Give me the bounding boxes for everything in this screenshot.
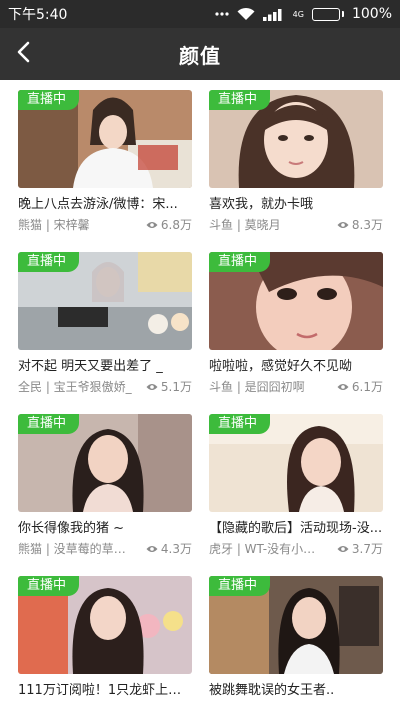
stream-card[interactable]: 直播中 喜欢我，就办卡哦 斗鱼 | 莫晓月 8.3万 <box>209 80 383 232</box>
stream-title: 111万订阅啦！1只龙虾上房... <box>18 683 192 698</box>
stream-card[interactable]: 直播中 啦啦啦，感觉好久不见呦 斗鱼 | 是囧囧初啊 6.1万 <box>209 242 383 394</box>
view-count: 8.3万 <box>337 216 383 233</box>
stream-meta: 全民 | 宝王爷狠傲娇_ 5.1万 <box>18 378 192 395</box>
status-icons: 4G 100% <box>215 6 392 22</box>
view-count: 6.8万 <box>146 216 192 233</box>
stream-title: 你长得像我的猪 ~ <box>18 521 125 536</box>
live-badge: 直播中 <box>209 90 271 110</box>
stream-meta: 斗鱼 | 莫晓月 8.3万 <box>209 216 383 233</box>
stream-title: 晚上八点去游泳/微博：宋... <box>18 197 178 212</box>
eye-icon <box>146 545 158 553</box>
stream-title: 啦啦啦，感觉好久不见呦 <box>209 359 353 374</box>
stream-card[interactable]: 直播中 被跳舞耽误的女王者.. <box>209 566 383 711</box>
page-title: 颜值 <box>179 43 221 68</box>
stream-title: 喜欢我，就办卡哦 <box>209 197 314 212</box>
status-time: 下午5:40 <box>8 7 68 23</box>
stream-card[interactable]: 直播中 对不起 明天又要出差了 _ 全民 | 宝王爷狠傲娇_ 5.1万 <box>18 242 192 394</box>
stream-source: 全民 | 宝王爷狠傲娇_ <box>18 380 132 394</box>
eye-icon <box>337 221 349 229</box>
stream-meta: 斗鱼 | 是囧囧初啊 6.1万 <box>209 378 383 395</box>
stream-grid[interactable]: 直播中 晚上八点去游泳/微博：宋... 熊猫 | 宋梓馨 6.8万 直播中 喜欢… <box>0 80 400 711</box>
stream-source: 斗鱼 | 莫晓月 <box>209 218 281 232</box>
live-badge: 直播中 <box>18 414 80 434</box>
eye-icon <box>337 383 349 391</box>
stream-thumbnail[interactable]: 直播中 <box>18 90 192 188</box>
live-badge: 直播中 <box>209 252 271 272</box>
live-badge: 直播中 <box>18 576 80 596</box>
stream-title: 被跳舞耽误的女王者.. <box>209 683 335 698</box>
arrow-left-icon <box>16 41 32 67</box>
network-type-label: 4G <box>292 9 304 19</box>
stream-thumbnail[interactable]: 直播中 <box>209 414 383 512</box>
view-count: 3.7万 <box>337 540 383 557</box>
wifi-icon <box>237 7 255 21</box>
stream-source: 斗鱼 | 是囧囧初啊 <box>209 380 305 394</box>
battery-percent: 100% <box>351 6 392 22</box>
stream-meta: 虎牙 | WT-没有小熊了 3.7万 <box>209 540 383 557</box>
stream-thumbnail[interactable]: 直播中 <box>209 90 383 188</box>
battery-icon <box>311 7 344 21</box>
live-badge: 直播中 <box>18 252 80 272</box>
view-count-value: 5.1万 <box>160 380 192 394</box>
stream-source: 熊猫 | 宋梓馨 <box>18 218 90 232</box>
app-bar: 颜值 <box>0 28 400 80</box>
stream-thumbnail[interactable]: 直播中 <box>18 414 192 512</box>
view-count-value: 4.3万 <box>160 542 192 556</box>
view-count: 5.1万 <box>146 378 192 395</box>
stream-thumbnail[interactable]: 直播中 <box>209 252 383 350</box>
stream-card[interactable]: 直播中 晚上八点去游泳/微博：宋... 熊猫 | 宋梓馨 6.8万 <box>18 80 192 232</box>
view-count-value: 3.7万 <box>351 542 383 556</box>
view-count: 6.1万 <box>337 378 383 395</box>
stream-title: 对不起 明天又要出差了 _ <box>18 359 163 374</box>
stream-thumbnail[interactable]: 直播中 <box>18 576 192 674</box>
stream-card[interactable]: 直播中 你长得像我的猪 ~ 熊猫 | 没草莓的草莓... 4.3万 <box>18 404 192 556</box>
stream-card[interactable]: 直播中 【隐藏的歌后】活动现场-没... 虎牙 | WT-没有小熊了 3.7万 <box>209 404 383 556</box>
stream-title: 【隐藏的歌后】活动现场-没... <box>209 521 383 536</box>
status-bar: 下午5:40 4G 100% <box>0 0 400 28</box>
live-badge: 直播中 <box>209 576 271 596</box>
view-count: 4.3万 <box>146 540 192 557</box>
back-button[interactable] <box>8 38 40 70</box>
eye-icon <box>146 383 158 391</box>
cellular-signal-icon <box>262 8 285 21</box>
view-count-value: 8.3万 <box>351 218 383 232</box>
live-badge: 直播中 <box>209 414 271 434</box>
stream-meta: 熊猫 | 没草莓的草莓... 4.3万 <box>18 540 192 557</box>
stream-card[interactable]: 直播中 111万订阅啦！1只龙虾上房... <box>18 566 192 711</box>
view-count-value: 6.8万 <box>160 218 192 232</box>
stream-thumbnail[interactable]: 直播中 <box>209 576 383 674</box>
stream-thumbnail[interactable]: 直播中 <box>18 252 192 350</box>
eye-icon <box>146 221 158 229</box>
eye-icon <box>337 545 349 553</box>
view-count-value: 6.1万 <box>351 380 383 394</box>
stream-source: 熊猫 | 没草莓的草莓... <box>18 542 136 556</box>
stream-source: 虎牙 | WT-没有小熊了 <box>209 542 327 556</box>
live-badge: 直播中 <box>18 90 80 110</box>
notification-dots-icon <box>215 11 229 17</box>
stream-meta: 熊猫 | 宋梓馨 6.8万 <box>18 216 192 233</box>
